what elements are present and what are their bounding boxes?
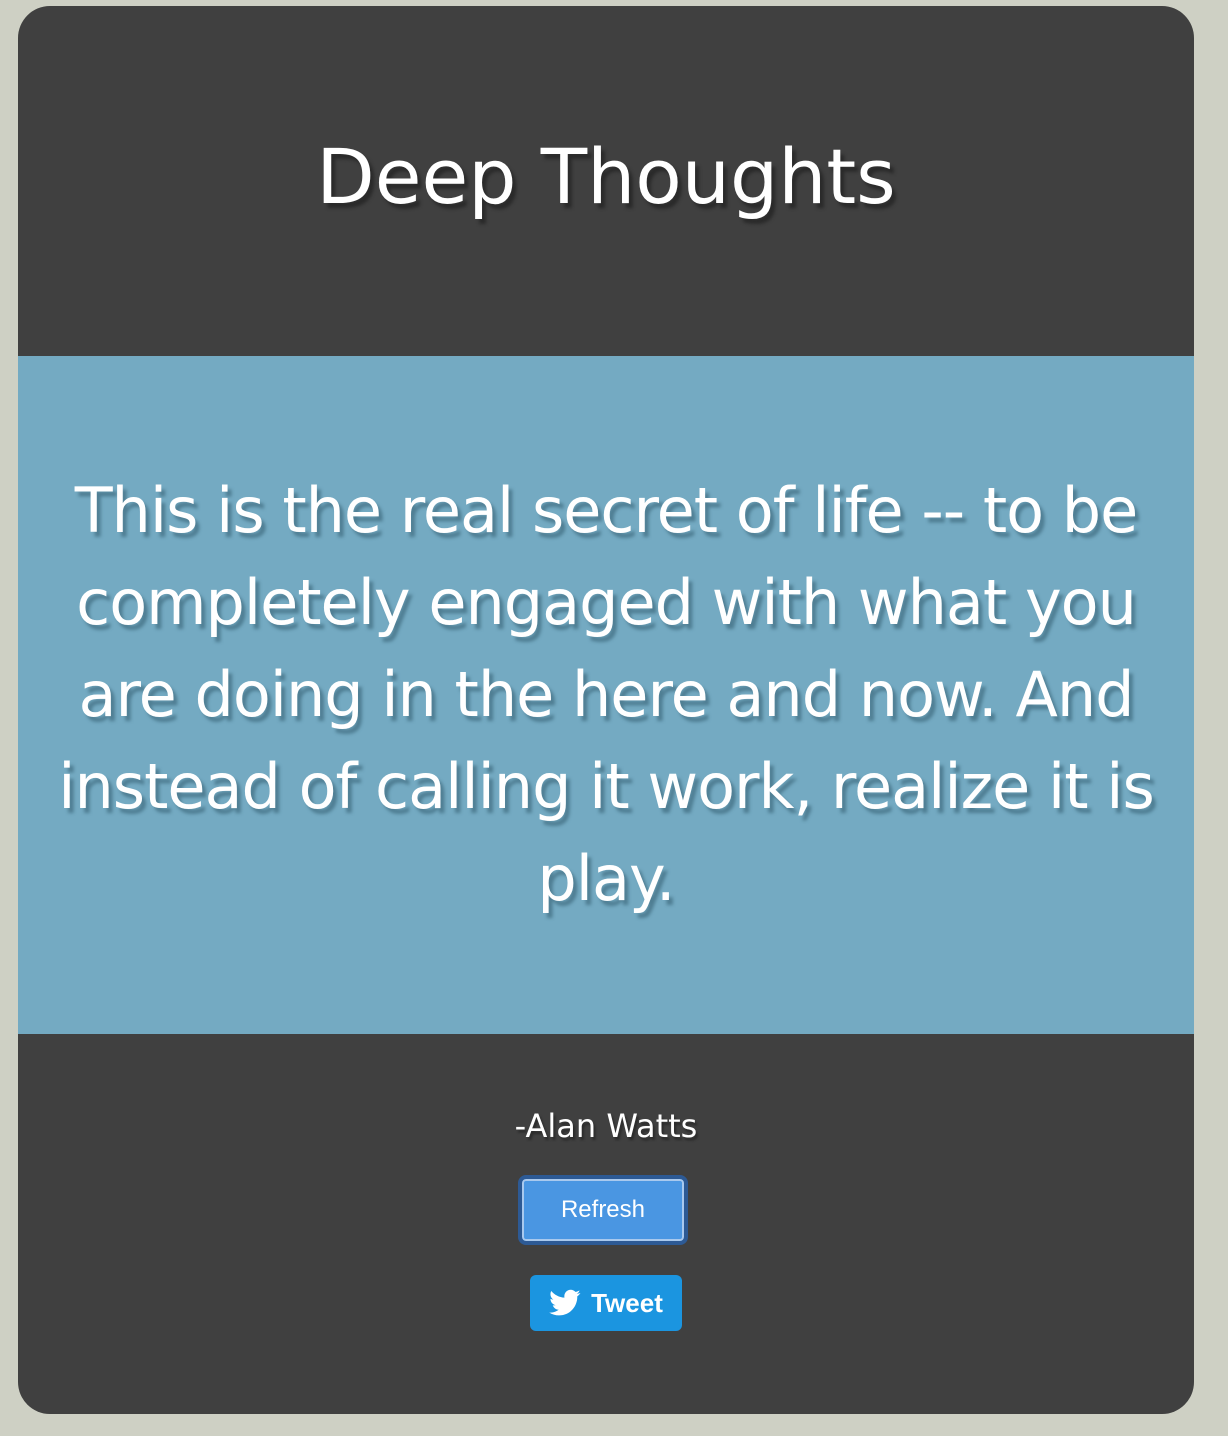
- refresh-button[interactable]: Refresh: [518, 1175, 688, 1245]
- quote-band: This is the real secret of life -- to be…: [18, 356, 1194, 1034]
- page-title: Deep Thoughts: [316, 131, 896, 221]
- card-header: Deep Thoughts: [18, 6, 1194, 356]
- quote-text: This is the real secret of life -- to be…: [58, 474, 1155, 915]
- card-footer: -Alan Watts Refresh Tweet: [18, 1034, 1194, 1414]
- quote-card: Deep Thoughts This is the real secret of…: [18, 6, 1194, 1414]
- tweet-label: Tweet: [591, 1287, 663, 1318]
- tweet-button[interactable]: Tweet: [530, 1275, 682, 1331]
- quote-author: -Alan Watts: [514, 1107, 698, 1145]
- twitter-bird-icon: [549, 1289, 581, 1317]
